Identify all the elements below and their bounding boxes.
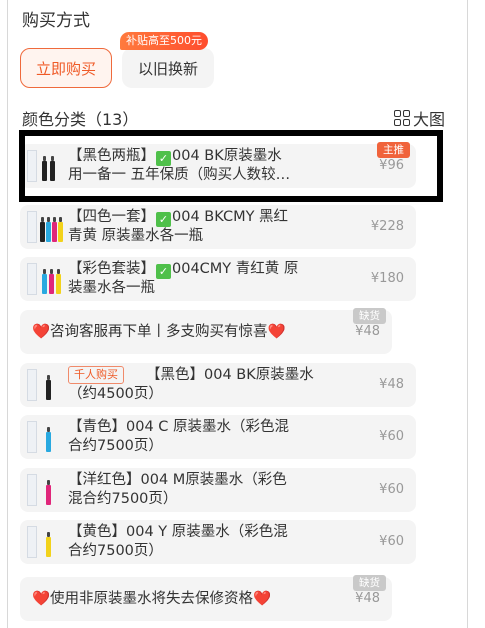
subsidy-badge: 补贴高至500元: [120, 32, 208, 50]
option-label: 【洋红色】004 M原装墨水（彩色 混合约7500页）: [68, 472, 287, 507]
purchase-method-title: 购买方式: [22, 11, 90, 31]
option-consult-service[interactable]: ❤️咨询客服再下单丨多支购买有惊喜❤️ ¥48 缺货: [20, 308, 392, 354]
product-thumbnail: [26, 148, 62, 184]
product-thumbnail: [26, 419, 62, 455]
check-icon: ✓: [156, 212, 171, 227]
check-icon: ✓: [156, 151, 171, 166]
out-of-stock-badge: 缺货: [353, 575, 386, 591]
color-category-heading: 颜色分类（13）: [22, 110, 139, 129]
option-label: ❤️使用非原装墨水将失去保修资格❤️: [32, 591, 272, 607]
option-price: ¥48: [355, 591, 380, 606]
product-thumbnail: [26, 524, 62, 560]
recommended-badge: 主推: [377, 142, 410, 158]
grid-view-icon: [393, 110, 410, 126]
option-magenta[interactable]: 【洋红色】004 M原装墨水（彩色 混合约7500页） ¥60: [20, 468, 416, 512]
option-price: ¥60: [379, 482, 404, 497]
option-cyan[interactable]: 【青色】004 C 原装墨水（彩色混 合约7500页） ¥60: [20, 415, 416, 459]
big-view-label: 大图: [412, 110, 445, 129]
purchase-panel: 购买方式 立即购买 以旧换新 补贴高至500元 颜色分类（13） 大图 【黑色两…: [7, 0, 468, 628]
product-thumbnail: [26, 261, 62, 297]
option-price: ¥228: [370, 219, 404, 234]
option-warranty-notice[interactable]: ❤️使用非原装墨水将失去保修资格❤️ ¥48 缺货: [20, 575, 392, 621]
option-price: ¥60: [379, 534, 404, 549]
option-price: ¥60: [379, 429, 404, 444]
bestseller-tag: 千人购买: [68, 366, 124, 384]
check-icon: ✓: [156, 264, 171, 279]
trade-in-button[interactable]: 以旧换新: [122, 48, 214, 88]
option-price: ¥48: [379, 377, 404, 392]
option-label: 千人购买 【黑色】004 BK原装墨水 （约4500页）: [68, 366, 314, 402]
option-black-single[interactable]: 千人购买 【黑色】004 BK原装墨水 （约4500页） ¥48: [20, 363, 416, 407]
option-black-two-bottles[interactable]: 【黑色两瓶】 ✓ 004 BK原装墨水 用一备一 五年保质（购买人数较… ¥96 主…: [20, 142, 416, 188]
option-label: ❤️咨询客服再下单丨多支购买有惊喜❤️: [32, 324, 286, 340]
option-price: ¥96: [379, 158, 404, 173]
out-of-stock-badge: 缺货: [353, 308, 386, 324]
option-label: 【青色】004 C 原装墨水（彩色混 合约7500页）: [68, 419, 290, 454]
product-thumbnail: [26, 472, 62, 508]
big-view-toggle[interactable]: 大图: [393, 106, 445, 130]
option-price: ¥180: [370, 271, 404, 286]
buy-now-button[interactable]: 立即购买: [20, 48, 112, 88]
option-label: 【黄色】004 Y 原装墨水（彩色混 合约7500页）: [68, 524, 288, 559]
product-thumbnail: [26, 209, 63, 245]
option-yellow[interactable]: 【黄色】004 Y 原装墨水（彩色混 合约7500页） ¥60: [20, 520, 416, 564]
option-price: ¥48: [355, 324, 380, 339]
option-label: 【彩色套装】 ✓ 004CMY 青红黄 原 装墨水各一瓶: [68, 261, 299, 296]
option-label: 【黑色两瓶】 ✓ 004 BK原装墨水 用一备一 五年保质（购买人数较…: [68, 148, 291, 183]
option-label: 【四色一套】 ✓ 004 BKCMY 黑红 青黄 原装墨水各一瓶: [68, 209, 289, 244]
option-color-set[interactable]: 【彩色套装】 ✓ 004CMY 青红黄 原 装墨水各一瓶 ¥180: [20, 257, 416, 301]
option-four-color-set[interactable]: 【四色一套】 ✓ 004 BKCMY 黑红 青黄 原装墨水各一瓶 ¥228: [20, 205, 416, 249]
product-thumbnail: [26, 367, 62, 403]
